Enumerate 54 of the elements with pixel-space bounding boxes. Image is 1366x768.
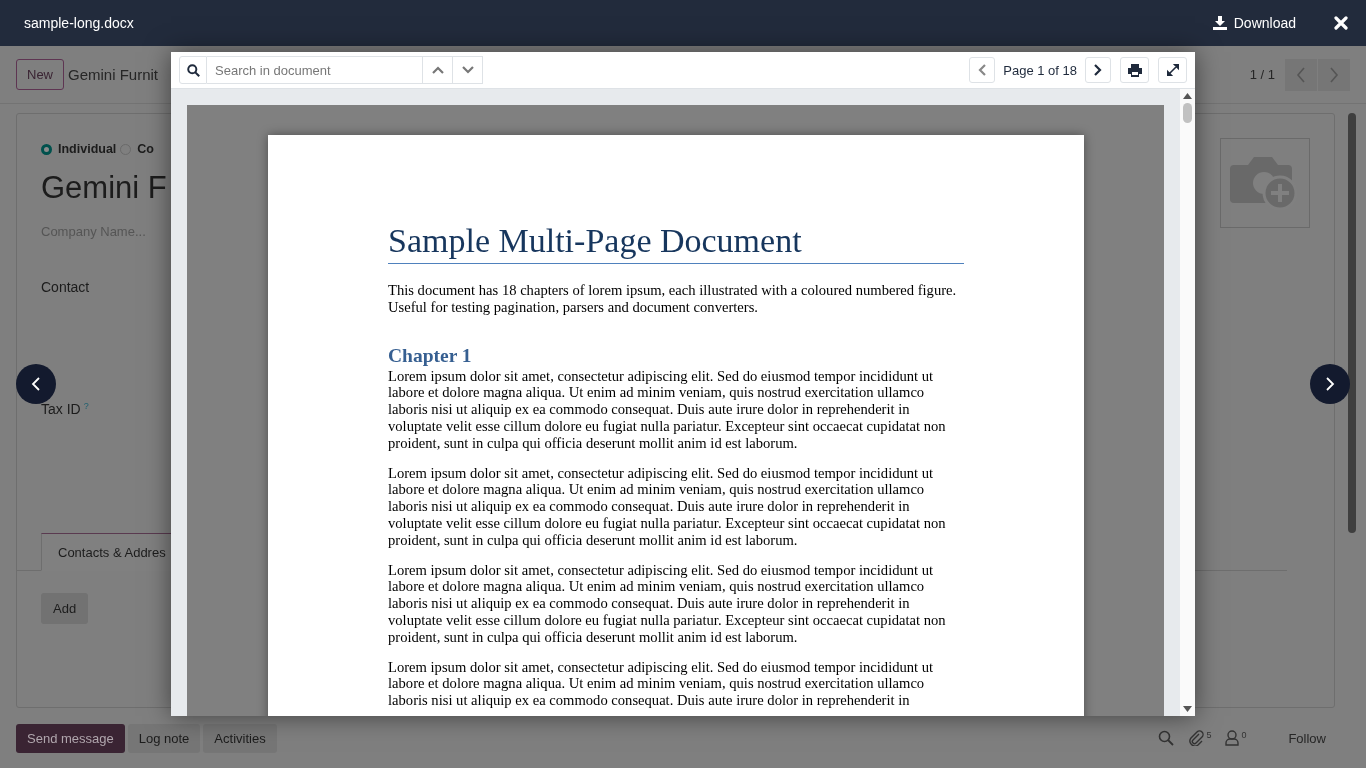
field-label: Tax ID [41, 401, 81, 417]
follow-button[interactable]: Follow [1282, 729, 1332, 747]
chevron-right-icon [1329, 66, 1339, 83]
document-paragraph: Lorem ipsum dolor sit amet, consectetur adipiscing elit. Sed do eiusmod tempor incididunt ut labore et dolore magna aliqua. Ut enim ad minim veniam, quis nostrud exercitation ullamco laboris nisi ut aliquip ex ea commodo consequat. Duis aute irure dolor in reprehenderit in [388, 658, 935, 709]
chevron-right-icon [1094, 64, 1102, 76]
follower-count: 0 [1241, 730, 1247, 740]
field-label: Contact [41, 279, 90, 295]
attachment-count: 5 [1206, 730, 1212, 740]
person-icon[interactable] [1225, 730, 1240, 746]
chatter-button[interactable]: Log note [127, 723, 201, 753]
print-button[interactable] [1120, 57, 1149, 83]
previous-file-button[interactable] [16, 364, 56, 404]
chatter-button[interactable]: Send message [16, 723, 125, 753]
next-page-button[interactable] [1085, 57, 1111, 83]
previous-page-button[interactable] [969, 57, 996, 83]
document-paragraph: Lorem ipsum dolor sit amet, consectetur adipiscing elit. Sed do eiusmod tempor incididunt ut labore et dolore magna aliqua. Ut enim ad minim veniam, quis nostrud exercitation ullamco laboris nisi ut aliquip ex ea commodo consequat. Duis aute irure dolor in reprehenderit in voluptate velit esse cillum dolore eu fugiat nulla pariatur. Excepteur sint occaecat cupidatat non proident, sunt in culpa qui officia deserunt mollit anim id est laborum. [388, 367, 947, 452]
download-button[interactable]: Download [1212, 15, 1296, 31]
next-file-button[interactable] [1310, 364, 1350, 404]
company-type-radio[interactable]: Individual [41, 142, 117, 156]
document-title: Sample Multi-Page Document [388, 221, 964, 264]
pager-value: 1 / 1 [1249, 67, 1275, 82]
document-paragraph: Lorem ipsum dolor sit amet, consectetur adipiscing elit. Sed do eiusmod tempor incididunt ut labore et dolore magna aliqua. Ut enim ad minim veniam, quis nostrud exercitation ullamco laboris nisi ut aliquip ex ea commodo consequat. Duis aute irure dolor in reprehenderit in voluptate velit esse cillum dolore eu fugiat nulla pariatur. Excepteur sint occaecat cupidatat non proident, sunt in culpa qui officia deserunt mollit anim id est laborum. [388, 464, 947, 549]
scroll-up-icon[interactable] [1183, 93, 1192, 99]
company-type-radio[interactable]: Co [120, 142, 154, 156]
chevron-right-icon [1324, 376, 1336, 392]
file-name: sample-long.docx [24, 15, 134, 31]
chatter-button[interactable]: Activities [203, 723, 277, 753]
chevron-left-icon [978, 64, 987, 76]
document-paragraph: Lorem ipsum dolor sit amet, consectetur adipiscing elit. Sed do eiusmod tempor incididunt ut labore et dolore magna aliqua. Ut enim ad minim veniam, quis nostrud exercitation ullamco laboris nisi ut aliquip ex ea commodo consequat. Duis aute irure dolor in reprehenderit in voluptate velit esse cillum dolore eu fugiat nulla pariatur. Excepteur sint occaecat cupidatat non proident, sunt in culpa qui officia deserunt mollit anim id est laborum. [388, 561, 947, 646]
partner-name: Gemini F [41, 169, 167, 207]
fullscreen-button[interactable] [1158, 57, 1187, 83]
paperclip-icon[interactable] [1188, 730, 1205, 746]
next-match-button[interactable] [453, 56, 483, 84]
document-search-field[interactable]: Search in document [207, 56, 423, 84]
scrollbar-thumb[interactable] [1348, 113, 1356, 533]
document-paragraph: This document has 18 chapters of lorem ipsum, each illustrated with a coloured numbered figure. Useful for testing pagination, parsers and document converters. [388, 282, 958, 316]
breadcrumb: Gemini Furnit [68, 66, 159, 83]
printer-icon [1127, 63, 1142, 77]
close-icon[interactable] [1334, 16, 1348, 30]
previous-match-button[interactable] [423, 56, 453, 84]
page-indicator: Page 1 of 18 [1002, 62, 1078, 78]
download-icon [1212, 16, 1227, 30]
chapter-heading: Chapter 1 [388, 343, 473, 368]
new-button[interactable]: New [16, 59, 64, 90]
scrollbar-thumb[interactable] [1183, 103, 1192, 123]
add-button[interactable]: Add [41, 593, 89, 624]
scroll-down-icon[interactable] [1183, 706, 1192, 712]
expand-icon [1166, 64, 1179, 76]
chevron-up-icon [431, 66, 444, 74]
scrollbar[interactable] [1180, 89, 1195, 716]
chevron-left-icon [1296, 66, 1306, 83]
chevron-left-icon [30, 376, 42, 392]
chevron-down-icon [461, 66, 474, 74]
search-icon[interactable] [186, 63, 200, 77]
